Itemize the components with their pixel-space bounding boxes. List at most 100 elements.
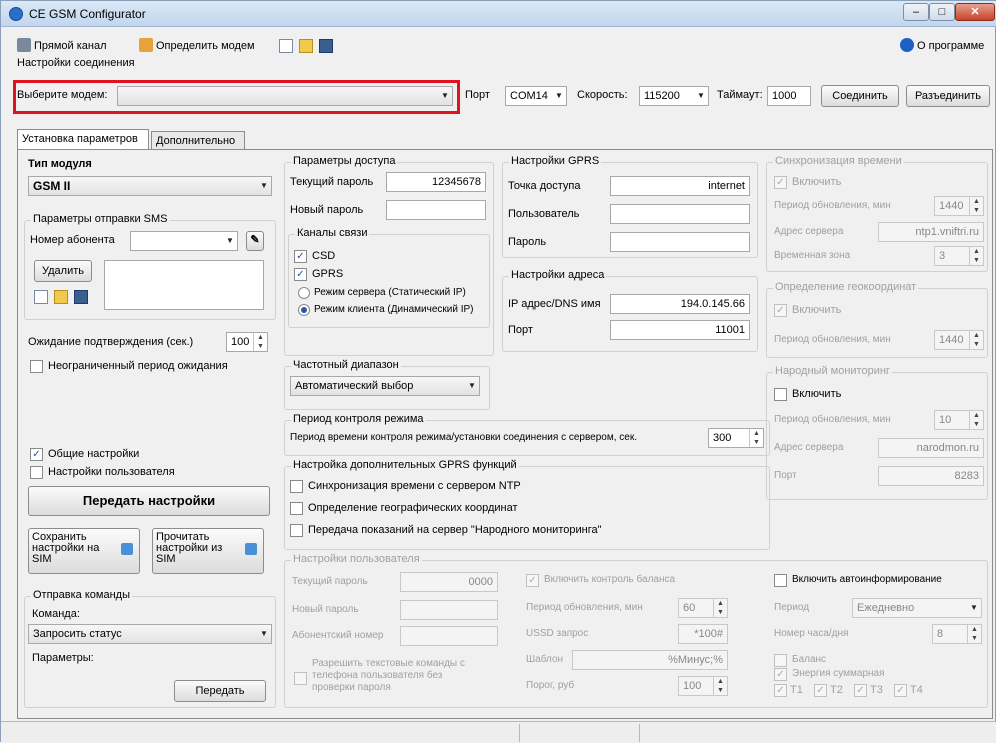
save-sim-button[interactable]: Сохранить настройки на SIM xyxy=(28,528,140,574)
geo-enable-checkbox[interactable]: ✓ xyxy=(774,304,787,317)
geo-period-spinner[interactable]: 1440 ▲ ▼ xyxy=(934,330,984,350)
user-settings-checkbox[interactable] xyxy=(30,466,43,479)
common-settings-checkbox[interactable]: ✓ xyxy=(30,448,43,461)
narod-label: Передача показаний на сервер "Народного … xyxy=(308,524,602,536)
port-select[interactable]: COM14 ▼ xyxy=(505,86,567,106)
autoinfo-period-select[interactable]: Ежедневно ▼ xyxy=(852,598,982,618)
plug-icon xyxy=(17,38,31,52)
balance-period-spinner[interactable]: 60 ▲ ▼ xyxy=(678,598,728,618)
connect-button[interactable]: Соединить xyxy=(821,85,899,107)
access-group-title: Параметры доступа xyxy=(291,155,398,167)
mode-control-spinner[interactable]: 300 ▲ ▼ xyxy=(708,428,764,448)
save-icon[interactable] xyxy=(74,290,88,304)
subscriber-number-input[interactable] xyxy=(400,626,498,646)
disconnect-button[interactable]: Разъединить xyxy=(906,85,990,107)
new-password-input[interactable] xyxy=(386,200,486,220)
new-file-icon[interactable] xyxy=(34,290,48,304)
direct-channel-label: Прямой канал xyxy=(34,40,107,52)
time-sync-server-input[interactable]: ntp1.vniftri.ru xyxy=(878,222,984,242)
maximize-button[interactable]: □ xyxy=(929,3,955,21)
highlight-box xyxy=(13,80,460,114)
phone-edit-button[interactable]: ✎ xyxy=(246,231,264,251)
speed-select[interactable]: 115200 ▼ xyxy=(639,86,709,106)
command-select[interactable]: Запросить статус ▼ xyxy=(28,624,272,644)
apn-input[interactable]: internet xyxy=(610,176,750,196)
time-sync-period-spinner[interactable]: 1440 ▲ ▼ xyxy=(934,196,984,216)
module-type-select[interactable]: GSM II ▼ xyxy=(28,176,272,196)
gprs-pass-input[interactable] xyxy=(610,232,750,252)
t4-label: T4 xyxy=(910,684,923,696)
timeout-label: Таймаут: xyxy=(717,89,763,101)
send-settings-button[interactable]: Передать настройки xyxy=(28,486,270,516)
about-button[interactable]: О программе xyxy=(900,37,984,55)
status-separator xyxy=(519,724,520,742)
gprs-user-input[interactable] xyxy=(610,204,750,224)
template-label: Шаблон xyxy=(526,654,564,665)
energy-checkbox[interactable]: ✓ xyxy=(774,668,787,681)
gprs-pass-label: Пароль xyxy=(508,236,547,248)
minimize-button[interactable]: – xyxy=(903,3,929,21)
read-sim-button[interactable]: Прочитать настройки из SIM xyxy=(152,528,264,574)
gprs-group-title: Настройки GPRS xyxy=(509,155,602,167)
wait-label: Ожидание подтверждения (сек.) xyxy=(28,336,194,348)
balance-checkbox[interactable]: ✓ xyxy=(526,574,539,587)
geo-period-value: 1440 xyxy=(939,334,964,346)
app-icon xyxy=(9,7,23,21)
t1-checkbox[interactable]: ✓ xyxy=(774,684,787,697)
hour-label: Номер часа/дня xyxy=(774,628,849,639)
direct-channel-button[interactable]: Прямой канал xyxy=(17,37,107,55)
t2-checkbox[interactable]: ✓ xyxy=(814,684,827,697)
close-button[interactable]: ✕ xyxy=(955,3,995,21)
threshold-spinner[interactable]: 100 ▲ ▼ xyxy=(678,676,728,696)
autoinfo-checkbox[interactable] xyxy=(774,574,787,587)
phone-select[interactable]: ▼ xyxy=(130,231,238,251)
time-sync-period-label: Период обновления, мин xyxy=(774,200,891,211)
send-command-button[interactable]: Передать xyxy=(174,680,266,702)
tab-parameters[interactable]: Установка параметров xyxy=(17,129,149,149)
connection-settings-title: Настройки соединения xyxy=(17,57,135,69)
time-zone-spinner[interactable]: 3 ▲ ▼ xyxy=(934,246,984,266)
hour-spinner[interactable]: 8 ▲ ▼ xyxy=(932,624,982,644)
user-new-password-input[interactable] xyxy=(400,600,498,620)
chevron-down-icon: ▼ xyxy=(260,629,268,638)
sms-text-area[interactable] xyxy=(104,260,264,310)
client-mode-radio[interactable] xyxy=(298,304,310,316)
narod-checkbox[interactable] xyxy=(290,524,303,537)
template-input[interactable]: %Минус;% xyxy=(572,650,728,670)
save-icon[interactable] xyxy=(319,39,333,53)
narod-port-input[interactable]: 8283 xyxy=(878,466,984,486)
geo-checkbox[interactable] xyxy=(290,502,303,515)
detect-icon xyxy=(139,38,153,52)
open-folder-icon[interactable] xyxy=(54,290,68,304)
ntp-checkbox[interactable] xyxy=(290,480,303,493)
balance-info-checkbox[interactable] xyxy=(774,654,787,667)
timeout-input[interactable]: 1000 xyxy=(767,86,811,106)
csd-checkbox[interactable]: ✓ xyxy=(294,250,307,263)
user-current-password-input[interactable]: 0000 xyxy=(400,572,498,592)
allow-text-checkbox[interactable] xyxy=(294,672,307,685)
tab-additional[interactable]: Дополнительно xyxy=(151,131,245,149)
ussd-input[interactable]: *100# xyxy=(678,624,728,644)
narod-enable-checkbox[interactable] xyxy=(774,388,787,401)
t4-checkbox[interactable]: ✓ xyxy=(894,684,907,697)
open-folder-icon[interactable] xyxy=(299,39,313,53)
address-port-input[interactable]: 11001 xyxy=(610,320,750,340)
gprs-user-label: Пользователь xyxy=(508,208,580,220)
csd-label: CSD xyxy=(312,250,336,262)
server-mode-radio[interactable] xyxy=(298,287,310,299)
new-file-icon[interactable] xyxy=(279,39,293,53)
t3-checkbox[interactable]: ✓ xyxy=(854,684,867,697)
detect-modem-button[interactable]: Определить модем xyxy=(139,37,255,55)
gprs-checkbox[interactable]: ✓ xyxy=(294,268,307,281)
narod-period-spinner[interactable]: 10 ▲ ▼ xyxy=(934,410,984,430)
wait-spinner[interactable]: 100 ▲ ▼ xyxy=(226,332,268,352)
delete-button[interactable]: Удалить xyxy=(34,260,92,282)
time-sync-checkbox[interactable]: ✓ xyxy=(774,176,787,189)
current-password-input[interactable]: 12345678 xyxy=(386,172,486,192)
freq-select[interactable]: Автоматический выбор ▼ xyxy=(290,376,480,396)
time-sync-title: Синхронизация времени xyxy=(773,155,904,167)
ip-input[interactable]: 194.0.145.66 xyxy=(610,294,750,314)
window-title: CE GSM Configurator xyxy=(29,7,146,21)
narod-server-input[interactable]: narodmon.ru xyxy=(878,438,984,458)
unlimited-checkbox[interactable] xyxy=(30,360,43,373)
